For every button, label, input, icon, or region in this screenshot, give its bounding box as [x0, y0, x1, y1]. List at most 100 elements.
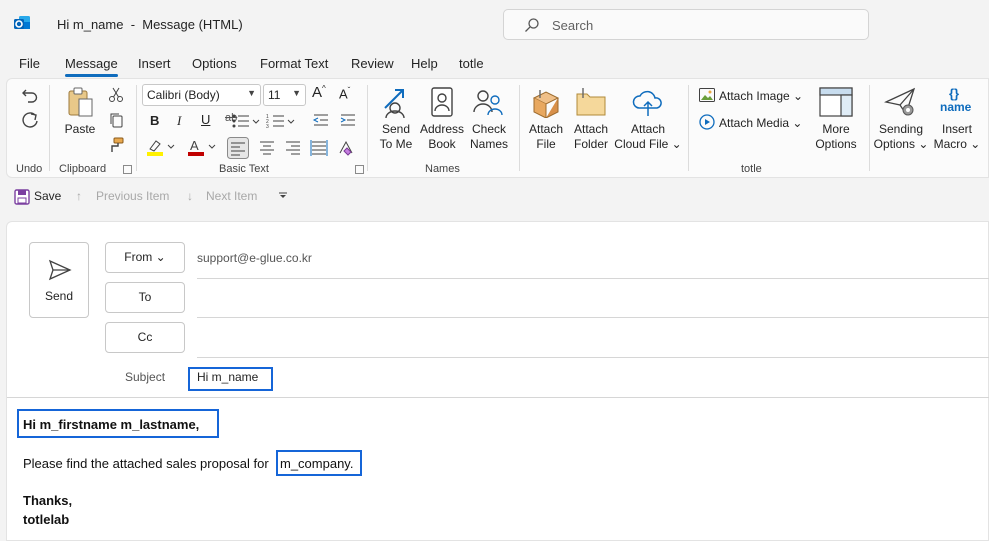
cc-field[interactable]	[197, 322, 987, 356]
arrow-up-icon: ↑	[76, 189, 82, 203]
outlook-logo-icon	[14, 16, 30, 29]
tab-message[interactable]: Message	[65, 56, 118, 77]
tab-totle[interactable]: totle	[459, 56, 484, 71]
clipboard-launcher-icon[interactable]	[123, 165, 132, 174]
play-icon	[699, 114, 715, 130]
ribbon: Undo Paste Clipboard Calibri (Body) ▼ 11…	[6, 78, 989, 178]
underline-icon[interactable]: U	[201, 112, 210, 127]
tab-insert[interactable]: Insert	[138, 56, 171, 71]
to-field[interactable]	[197, 282, 987, 316]
attach-folder-icon	[576, 88, 606, 116]
basic-text-launcher-icon[interactable]	[355, 165, 364, 174]
tab-options[interactable]: Options	[192, 56, 237, 71]
more-options-icon	[819, 87, 853, 117]
body-signature[interactable]: totlelab	[23, 512, 69, 527]
highlight-color-icon[interactable]	[146, 138, 176, 156]
chevron-down-icon: ▼	[292, 88, 301, 98]
tab-review[interactable]: Review	[351, 56, 394, 71]
align-right-icon[interactable]	[284, 139, 302, 157]
attach-media-button[interactable]: Attach Media ⌄	[699, 114, 802, 130]
paste-icon	[68, 87, 93, 117]
grow-font-icon[interactable]: A^	[312, 84, 326, 101]
subject-label: Subject	[125, 370, 166, 384]
address-book-icon	[431, 87, 453, 117]
attach-cloud-label: Attach	[630, 122, 666, 136]
header-divider	[197, 357, 989, 358]
from-button[interactable]: From ⌄	[105, 242, 185, 273]
ribbon-separator	[869, 85, 870, 171]
group-label-names: Names	[425, 163, 460, 175]
tab-help[interactable]: Help	[411, 56, 438, 71]
more-options-button[interactable]: More Options	[811, 86, 861, 152]
cut-icon[interactable]	[108, 87, 124, 103]
redo-icon[interactable]	[21, 112, 39, 130]
undo-icon[interactable]	[21, 86, 39, 104]
body-line-prefix[interactable]: Please find the attached sales proposal …	[23, 456, 269, 471]
sending-options-label: Sending	[878, 122, 924, 136]
italic-icon[interactable]: I	[177, 113, 181, 129]
ribbon-separator	[136, 85, 137, 171]
sending-options-button[interactable]: Sending Options ⌄	[873, 86, 929, 152]
font-name-value: Calibri (Body)	[147, 88, 220, 102]
sending-options-label-2: Options ⌄	[873, 137, 929, 151]
body-closing[interactable]: Thanks,	[23, 493, 72, 508]
macro-icon-text: name	[940, 100, 972, 114]
search-input[interactable]: Search	[503, 9, 869, 40]
more-options-label: More	[822, 122, 850, 136]
paste-button[interactable]: Paste	[61, 86, 99, 137]
send-to-me-button[interactable]: Send To Me	[374, 86, 418, 152]
ribbon-separator	[519, 85, 520, 171]
from-address: support@e-glue.co.kr	[197, 251, 312, 265]
insert-macro-button[interactable]: {} name Insert Macro ⌄	[931, 86, 983, 152]
numbering-icon[interactable]: 1 2 3	[266, 112, 296, 130]
address-book-label: Address	[419, 122, 465, 136]
increase-indent-icon[interactable]	[339, 112, 357, 130]
justify-icon[interactable]	[310, 139, 328, 157]
braces-icon: {}	[949, 86, 960, 101]
align-center-icon[interactable]	[258, 139, 276, 157]
tab-file[interactable]: File	[19, 56, 40, 71]
attach-file-label-2: File	[536, 137, 556, 151]
send-to-me-icon	[384, 89, 405, 118]
attach-media-label: Attach Media ⌄	[719, 116, 803, 130]
customize-qat-icon[interactable]	[278, 192, 288, 200]
align-left-icon[interactable]	[227, 137, 249, 159]
save-icon[interactable]	[14, 189, 30, 205]
attach-file-button[interactable]: Attach File	[524, 86, 568, 152]
arrow-down-icon: ↓	[187, 189, 193, 203]
to-button[interactable]: To	[105, 282, 185, 313]
format-painter-icon[interactable]	[108, 137, 124, 153]
attach-image-button[interactable]: Attach Image ⌄	[699, 88, 803, 103]
check-names-label-2: Names	[469, 137, 508, 151]
decrease-indent-icon[interactable]	[312, 112, 330, 130]
next-item-button[interactable]: Next Item	[206, 189, 257, 203]
body-greeting[interactable]: Hi m_firstname m_lastname,	[23, 417, 199, 432]
attach-folder-button[interactable]: Attach Folder	[569, 86, 613, 152]
send-icon	[48, 259, 72, 281]
previous-item-button[interactable]: Previous Item	[96, 189, 169, 203]
shrink-font-icon[interactable]: Aˇ	[339, 86, 350, 101]
send-button[interactable]: Send	[29, 242, 89, 318]
cc-button[interactable]: Cc	[105, 322, 185, 353]
clear-formatting-icon[interactable]	[337, 139, 355, 157]
copy-icon[interactable]	[108, 112, 124, 128]
tab-format-text[interactable]: Format Text	[260, 56, 328, 71]
bold-icon[interactable]: B	[150, 113, 159, 128]
check-names-label: Check	[471, 122, 506, 136]
save-button[interactable]: Save	[34, 189, 61, 203]
address-book-button[interactable]: Address Book	[419, 86, 465, 152]
check-names-button[interactable]: Check Names	[466, 86, 512, 152]
ribbon-separator	[688, 85, 689, 171]
attach-image-label: Attach Image ⌄	[719, 89, 804, 103]
body-company-field[interactable]: m_company.	[280, 456, 353, 471]
subject-field[interactable]: Hi m_name	[197, 370, 258, 384]
svg-text:3: 3	[266, 124, 269, 130]
attach-folder-label: Attach	[573, 122, 609, 136]
font-size-select[interactable]: 11 ▼	[263, 84, 306, 106]
bullets-icon[interactable]	[231, 112, 261, 130]
attach-cloud-file-button[interactable]: Attach Cloud File ⌄	[613, 86, 683, 152]
more-options-label-2: Options	[815, 137, 857, 151]
font-name-select[interactable]: Calibri (Body) ▼	[142, 84, 261, 106]
font-color-icon[interactable]: A	[187, 138, 217, 156]
group-label-totle: totle	[741, 163, 762, 175]
